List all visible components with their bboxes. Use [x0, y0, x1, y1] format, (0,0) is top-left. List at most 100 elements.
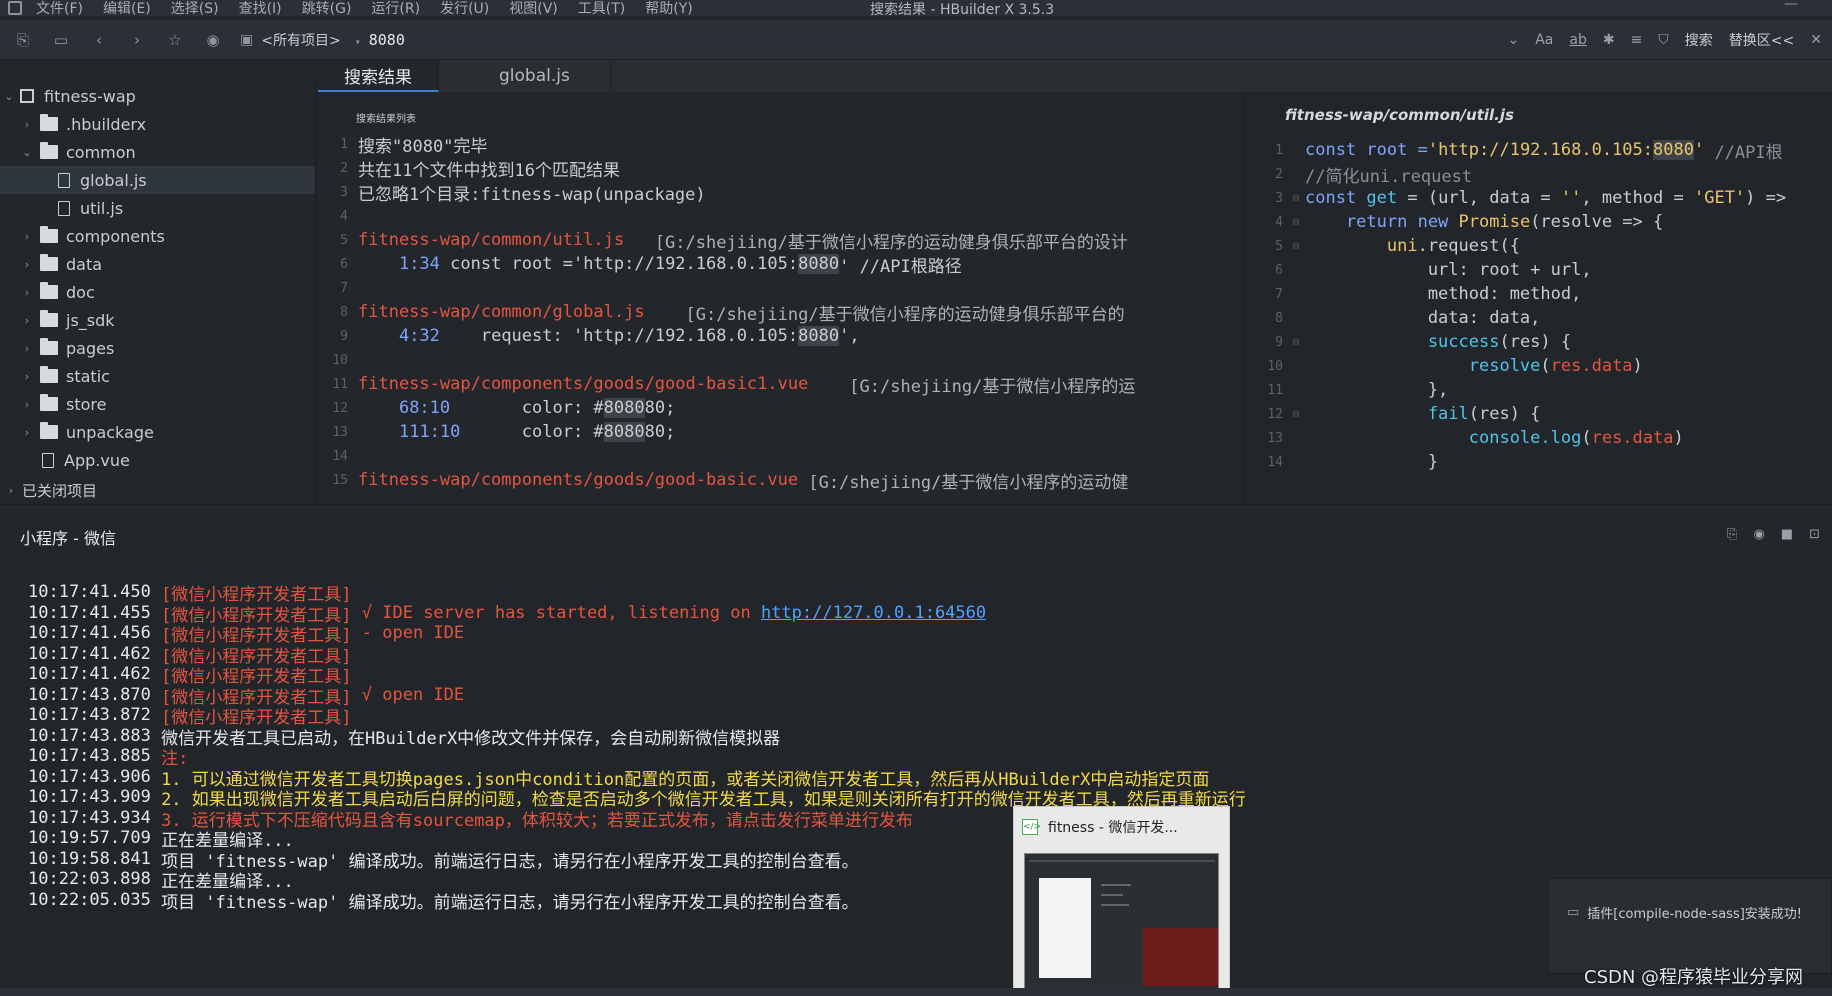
result-location[interactable]: 68:10 — [399, 398, 450, 418]
log-timestamp: 10:17:43.885 — [28, 746, 151, 766]
project-selector-label: <所有项目> — [261, 32, 341, 49]
star-icon[interactable]: ☆ — [160, 31, 190, 49]
fold-icon[interactable]: ⊟ — [1293, 337, 1305, 348]
tree-project-root[interactable]: ⌄ fitness-wap — [0, 82, 315, 110]
fold-icon[interactable]: ⊟ — [1293, 193, 1305, 204]
chevron-down-icon[interactable]: ⌄ — [1507, 32, 1519, 48]
folder-icon — [40, 338, 58, 355]
log-message: √ open IDE — [351, 685, 465, 705]
filter-icon[interactable]: ⛉ — [1658, 32, 1669, 48]
menu-edit[interactable]: 编辑(E) — [103, 0, 151, 16]
code-token: ( — [1581, 428, 1592, 448]
tree-label: .hbuilderx — [66, 114, 147, 134]
match-case-button[interactable]: Aa — [1535, 32, 1553, 48]
tree-item-unpackage[interactable]: › unpackage — [0, 418, 315, 446]
tree-item-doc[interactable]: › doc — [0, 278, 315, 306]
menu-file[interactable]: 文件(F) — [36, 0, 83, 16]
search-button[interactable]: 搜索 — [1685, 30, 1713, 50]
menu-tools[interactable]: 工具(T) — [578, 0, 625, 16]
menu-select[interactable]: 选择(S) — [171, 0, 219, 16]
new-file-icon[interactable]: ⎘ — [8, 31, 38, 49]
run-icon[interactable]: ◉ — [198, 31, 228, 49]
match-text: color: # — [450, 398, 604, 418]
result-file-header[interactable]: 5 fitness-wap/common/util.js [G:/shejiing… — [318, 228, 1243, 253]
thumbnail-header: </> fitness - 微信开发... — [1014, 807, 1229, 847]
tab-global-js[interactable]: global.js — [439, 60, 611, 92]
align-icon[interactable]: ≡ — [1631, 32, 1643, 48]
result-file-header[interactable]: 15 fitness-wap/components/goods/good-basi… — [318, 468, 1243, 493]
menu-view[interactable]: 视图(V) — [509, 0, 558, 16]
log-timestamp: 10:17:41.462 — [28, 664, 151, 684]
result-location[interactable]: 111:10 — [399, 422, 460, 442]
tree-item-static[interactable]: › static — [0, 362, 315, 390]
fold-icon[interactable]: ⊟ — [1293, 217, 1305, 228]
thumbnail-preview[interactable] — [1024, 853, 1219, 989]
project-selector[interactable]: ▣ <所有项目> — [240, 30, 341, 50]
tree-item-store[interactable]: › store — [0, 390, 315, 418]
result-line: 2 共在11个文件中找到16个匹配结果 — [318, 156, 1243, 181]
code-token: (res) { — [1499, 332, 1572, 352]
log-timestamp: 10:17:43.872 — [28, 705, 151, 725]
forward-icon[interactable]: › — [122, 31, 152, 49]
project-icon — [20, 89, 34, 103]
match-text: ' //API根路径 — [839, 256, 962, 277]
result-file[interactable]: fitness-wap/common/util.js — [358, 230, 624, 250]
tree-item-util-js[interactable]: util.js — [0, 194, 315, 222]
closed-projects[interactable]: › 已关闭项目 — [0, 476, 315, 503]
menu-publish[interactable]: 发行(U) — [440, 0, 489, 16]
chevron-right-icon: › — [24, 397, 30, 411]
code-token: .request({ — [1417, 236, 1520, 256]
thumbnail-console — [1143, 928, 1218, 986]
save-icon[interactable]: ▭ — [46, 31, 76, 49]
result-match[interactable]: 12 68:10 color: #8080 80; — [318, 396, 1243, 420]
taskbar-thumbnail[interactable]: </> fitness - 微信开发... — [1013, 806, 1230, 996]
result-text: 已忽略1个目录:fitness-wap(unpackage) — [358, 184, 706, 205]
fold-icon[interactable]: ⊟ — [1293, 241, 1305, 252]
result-match[interactable]: 6 1:34 const root ='http://192.168.0.105… — [318, 252, 1243, 277]
clear-icon[interactable]: ⊡ — [1809, 527, 1820, 542]
regex-icon[interactable]: ✱ — [1603, 32, 1615, 48]
whole-word-button[interactable]: ab — [1569, 32, 1586, 48]
result-file-header[interactable]: 8 fitness-wap/common/global.js [G:/shejii… — [318, 300, 1243, 325]
ide-server-link[interactable]: http://127.0.0.1:64560 — [761, 603, 986, 623]
search-input[interactable]: 8080 — [355, 31, 405, 49]
tree-item-components[interactable]: › components — [0, 222, 315, 250]
restart-icon[interactable]: ◉ — [1753, 527, 1764, 542]
close-icon[interactable]: ✕ — [1810, 32, 1822, 48]
tree-item-app-vue[interactable]: App.vue — [0, 446, 315, 474]
result-path: [G:/shejiing/基于微信小程序的运动健 — [798, 472, 1129, 493]
result-match[interactable]: 13 111:10 color: #8080 80; — [318, 420, 1243, 444]
result-location[interactable]: 4:32 — [399, 326, 440, 346]
tree-item-js-sdk[interactable]: › js_sdk — [0, 306, 315, 334]
menu-help[interactable]: 帮助(Y) — [645, 0, 692, 16]
fold-icon[interactable]: ⊟ — [1293, 409, 1305, 420]
result-location[interactable]: 1:34 — [399, 254, 440, 274]
result-file[interactable]: fitness-wap/components/goods/good-basic.… — [358, 470, 798, 490]
result-file[interactable]: fitness-wap/common/global.js — [358, 302, 645, 322]
tree-item-global-js[interactable]: global.js — [0, 166, 315, 194]
result-line: 10 — [332, 352, 348, 368]
notification-toast[interactable]: ▭ 插件[compile-node-sass]安装成功! — [1548, 878, 1832, 974]
code-token: //简化uni.request — [1305, 166, 1473, 187]
log-timestamp: 10:17:43.870 — [28, 685, 151, 705]
menu-run[interactable]: 运行(R) — [371, 0, 420, 16]
result-file[interactable]: fitness-wap/components/goods/good-basic1… — [358, 374, 808, 394]
tree-item-pages[interactable]: › pages — [0, 334, 315, 362]
tree-item-data[interactable]: › data — [0, 250, 315, 278]
code-line: 6 url: root + url, — [1275, 260, 1592, 280]
stop-icon[interactable]: ■ — [1781, 527, 1793, 542]
tab-search-results[interactable]: 搜索结果 — [318, 60, 439, 92]
replace-toggle-button[interactable]: 替换区<< — [1729, 30, 1794, 50]
minimize-button[interactable]: — — [1784, 0, 1798, 12]
chevron-right-icon: › — [24, 425, 30, 439]
code-token: res.data — [1550, 356, 1633, 376]
result-match[interactable]: 9 4:32 request: 'http://192.168.0.105: 80… — [318, 324, 1243, 348]
back-icon[interactable]: ‹ — [84, 31, 114, 49]
result-file-header[interactable]: 11 fitness-wap/components/goods/good-basi… — [318, 372, 1243, 397]
tree-item-hbuilderx[interactable]: › .hbuilderx — [0, 110, 315, 138]
menu-find[interactable]: 查找(I) — [239, 0, 282, 16]
menu-goto[interactable]: 跳转(G) — [302, 0, 352, 16]
export-log-icon[interactable]: ⎘ — [1727, 527, 1737, 542]
tree-item-common[interactable]: ⌄ common — [0, 138, 315, 166]
code-token: '' — [1560, 188, 1582, 208]
